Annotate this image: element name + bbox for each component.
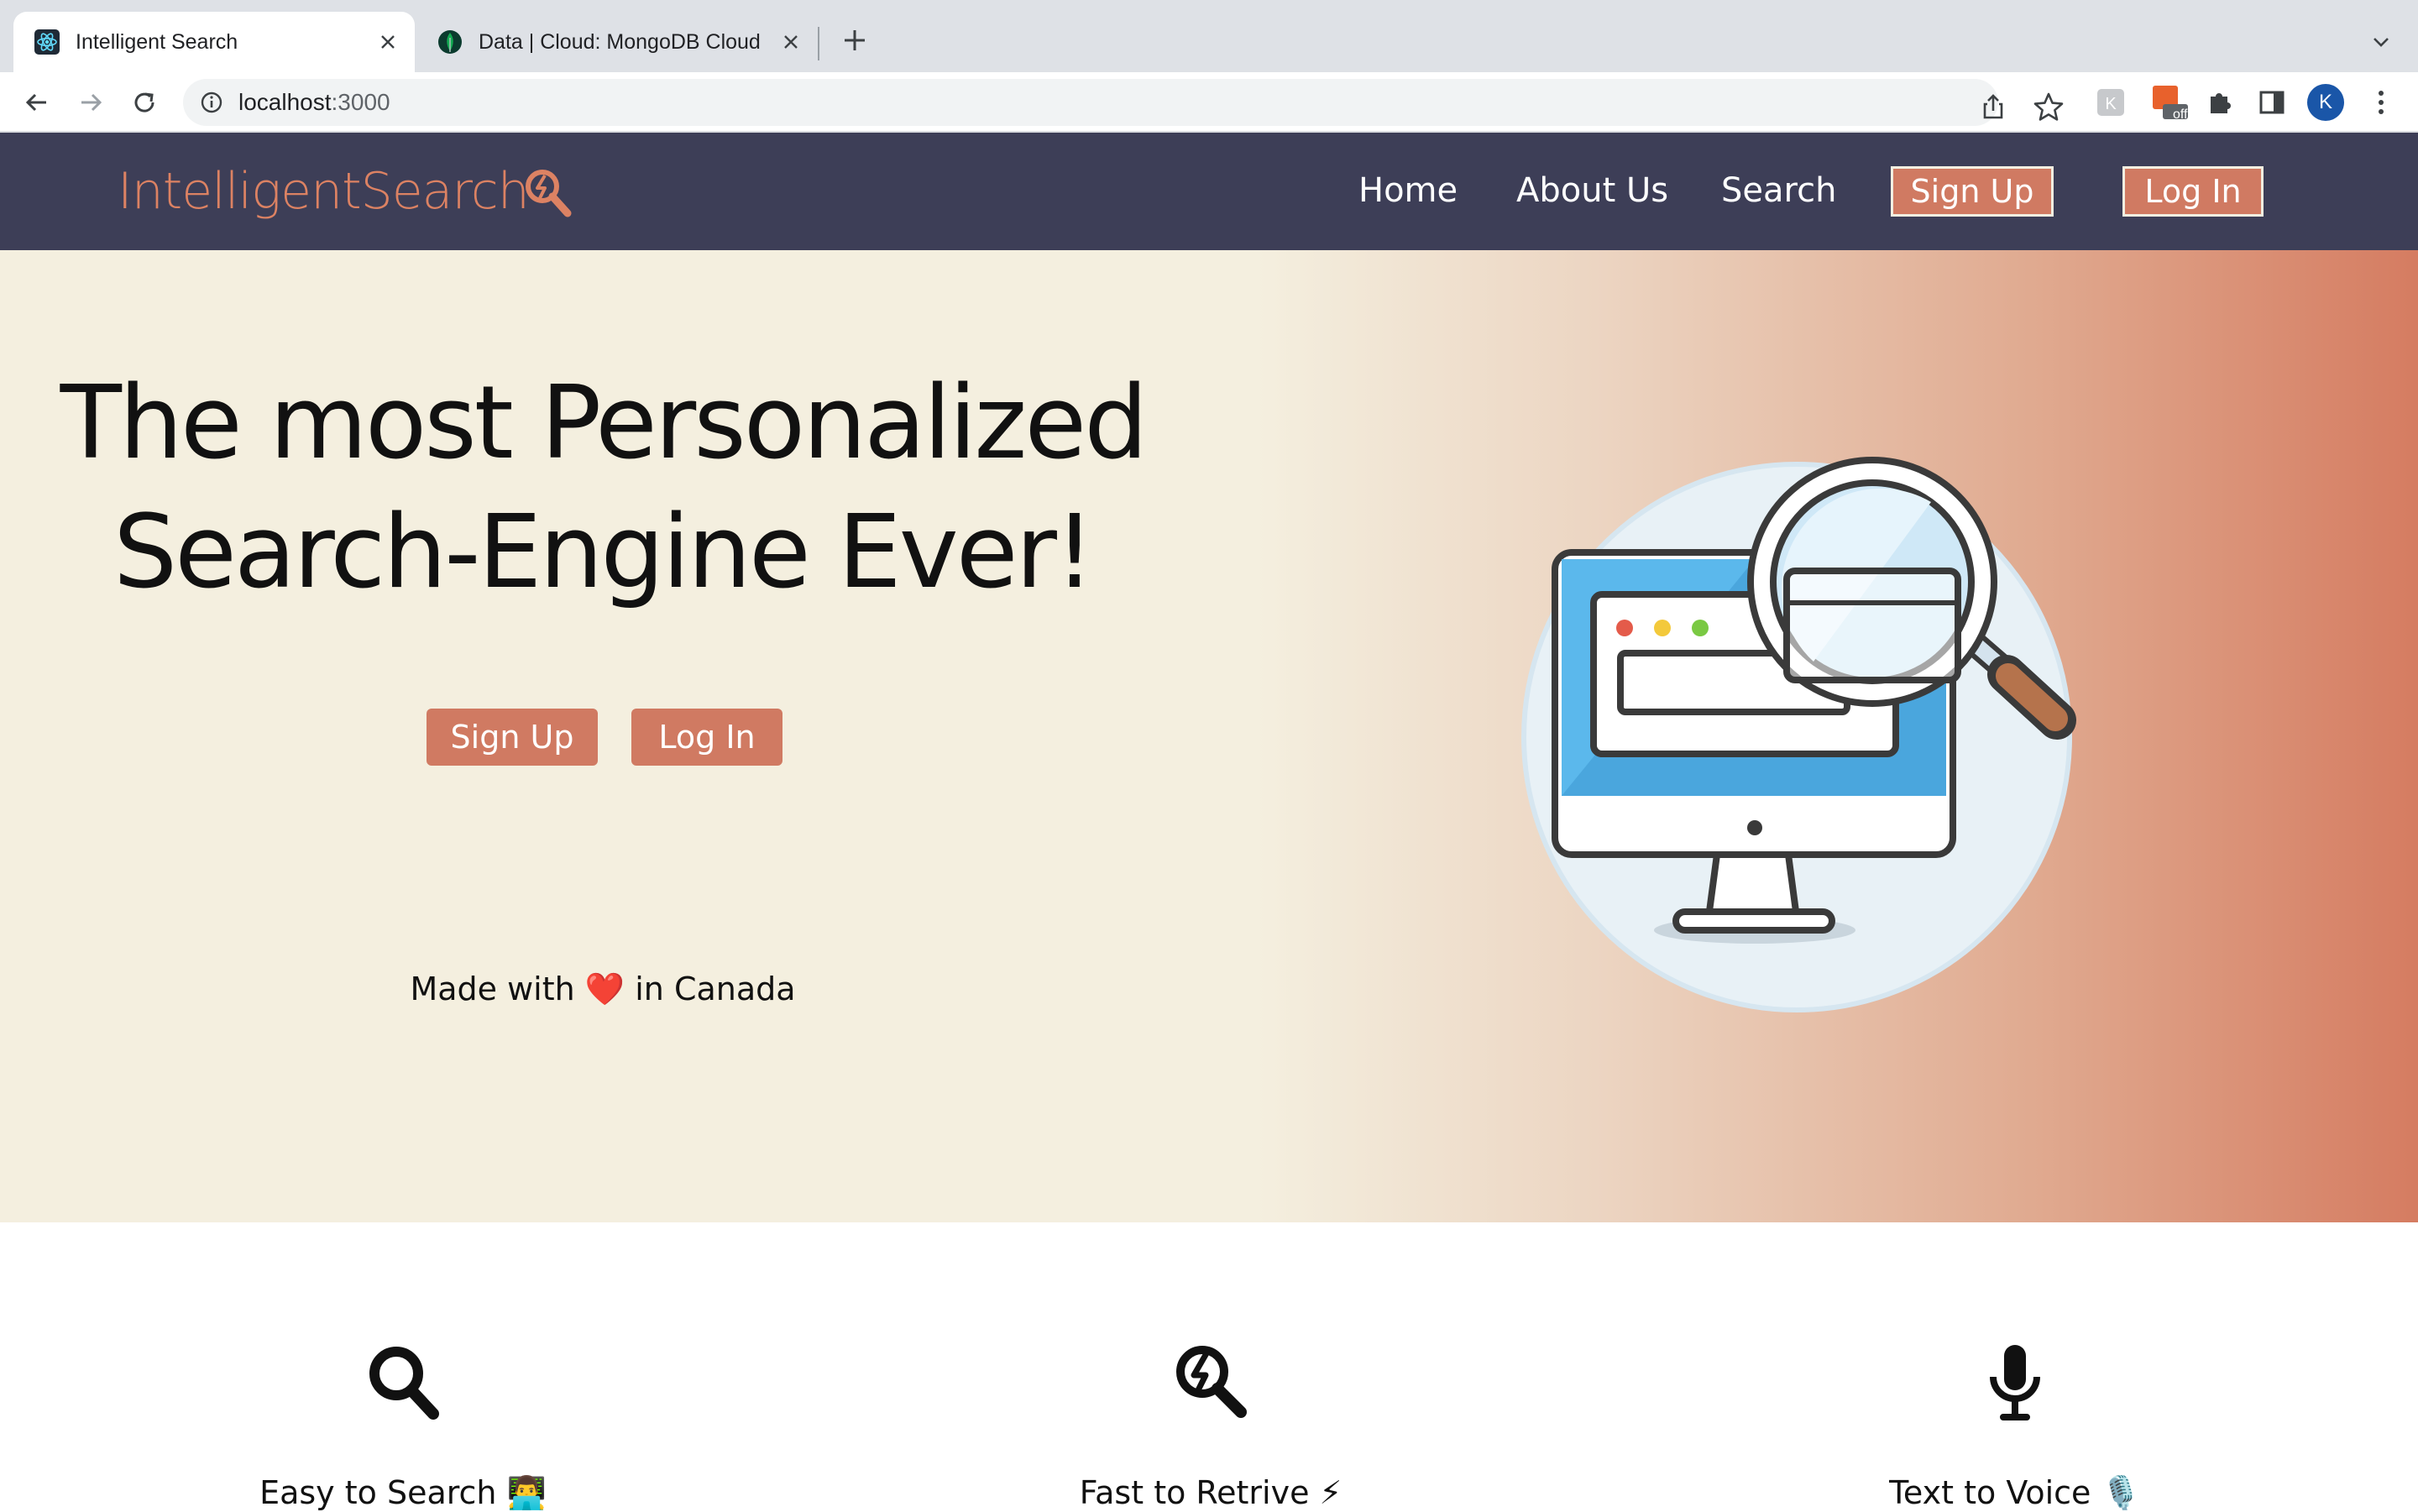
brand-logo-text[interactable]: IntelligentSearch [118, 161, 530, 222]
hero-title-line-2: Search-Engine Ever! [113, 494, 1095, 611]
kebab-menu-icon[interactable] [2363, 84, 2400, 121]
made-with-prefix: Made with [410, 971, 575, 1007]
feature-easy-search: Easy to Search 👨‍💻 [109, 1340, 697, 1512]
made-with-love-tagline: Made with ❤️ in Canada [0, 971, 1206, 1008]
extension-off-badge-icon[interactable]: off [2151, 84, 2188, 122]
address-bar[interactable]: localhost:3000 [183, 79, 2064, 126]
close-tab-icon[interactable] [374, 29, 401, 55]
tab-separator [818, 27, 819, 60]
fast-search-icon [1176, 1346, 1247, 1418]
mongodb-leaf-icon [437, 29, 463, 55]
tab-title: Data | Cloud: MongoDB Cloud [479, 29, 761, 54]
browser-toolbar: localhost:3000 K off K [0, 72, 2418, 133]
hero-signup-button[interactable]: Sign Up [427, 709, 598, 766]
reload-icon[interactable] [126, 84, 163, 121]
tab-mongodb-cloud[interactable]: Data | Cloud: MongoDB Cloud [416, 12, 818, 72]
svg-text:K: K [2105, 95, 2117, 113]
feature-fast-retrieve: Fast to Retrive ⚡ [917, 1340, 1505, 1511]
features-section: Easy to Search 👨‍💻 Fast to Retrive ⚡ Tex… [0, 1222, 2418, 1511]
profile-avatar[interactable]: K [2307, 84, 2344, 121]
computer-magnifier-illustration [1511, 452, 2116, 1023]
feature-label: Fast to Retrive ⚡ [1079, 1474, 1342, 1511]
feature-label: Easy to Search 👨‍💻 [259, 1474, 547, 1511]
react-icon [34, 29, 60, 55]
nav-link-about-us[interactable]: About Us [1516, 170, 1668, 212]
bookmark-star-icon[interactable] [2030, 89, 2067, 126]
feature-text-to-voice: Text to Voice 🎙️ [1721, 1340, 2309, 1512]
browser-tab-strip: Intelligent Search Data | Cloud: MongoDB… [0, 0, 2418, 72]
heart-icon: ❤️ [584, 971, 625, 1007]
search-icon [369, 1347, 439, 1420]
forward-arrow-icon[interactable] [72, 84, 109, 121]
site-info-icon[interactable] [198, 89, 225, 116]
close-tab-icon[interactable] [777, 29, 804, 55]
nav-link-home[interactable]: Home [1358, 170, 1458, 212]
back-arrow-icon[interactable] [18, 84, 55, 121]
side-panel-icon[interactable] [2253, 84, 2290, 121]
hero-section: The most Personalized Search-Engine Ever… [0, 250, 2418, 1222]
tab-search-chevron-down-icon[interactable] [2364, 25, 2398, 59]
extensions-puzzle-icon[interactable] [2201, 84, 2238, 121]
tab-title: Intelligent Search [76, 29, 238, 54]
url-port: :3000 [331, 89, 390, 115]
extension-k-icon[interactable]: K [2092, 84, 2129, 121]
made-with-suffix: in Canada [635, 971, 796, 1007]
url-text: localhost:3000 [238, 89, 390, 116]
feature-label: Text to Voice 🎙️ [1889, 1474, 2141, 1511]
tab-intelligent-search[interactable]: Intelligent Search [13, 12, 415, 72]
nav-login-button[interactable]: Log In [2122, 166, 2264, 217]
nav-link-search[interactable]: Search [1721, 170, 1836, 212]
fast-search-logo-icon[interactable] [521, 166, 574, 220]
extension-badge-text: off [2173, 107, 2188, 122]
nav-signup-button[interactable]: Sign Up [1891, 166, 2054, 217]
hero-title-line-1: The most Personalized [60, 365, 1149, 482]
hero-login-button[interactable]: Log In [631, 709, 782, 766]
hero-title: The most Personalized Search-Engine Ever… [0, 359, 1206, 618]
microphone-icon [1990, 1345, 2040, 1420]
new-tab-plus-icon[interactable] [836, 22, 873, 59]
url-host: localhost [238, 89, 332, 115]
share-icon[interactable] [1976, 91, 2010, 124]
site-navbar: IntelligentSearch Home About Us Search S… [0, 133, 2418, 250]
